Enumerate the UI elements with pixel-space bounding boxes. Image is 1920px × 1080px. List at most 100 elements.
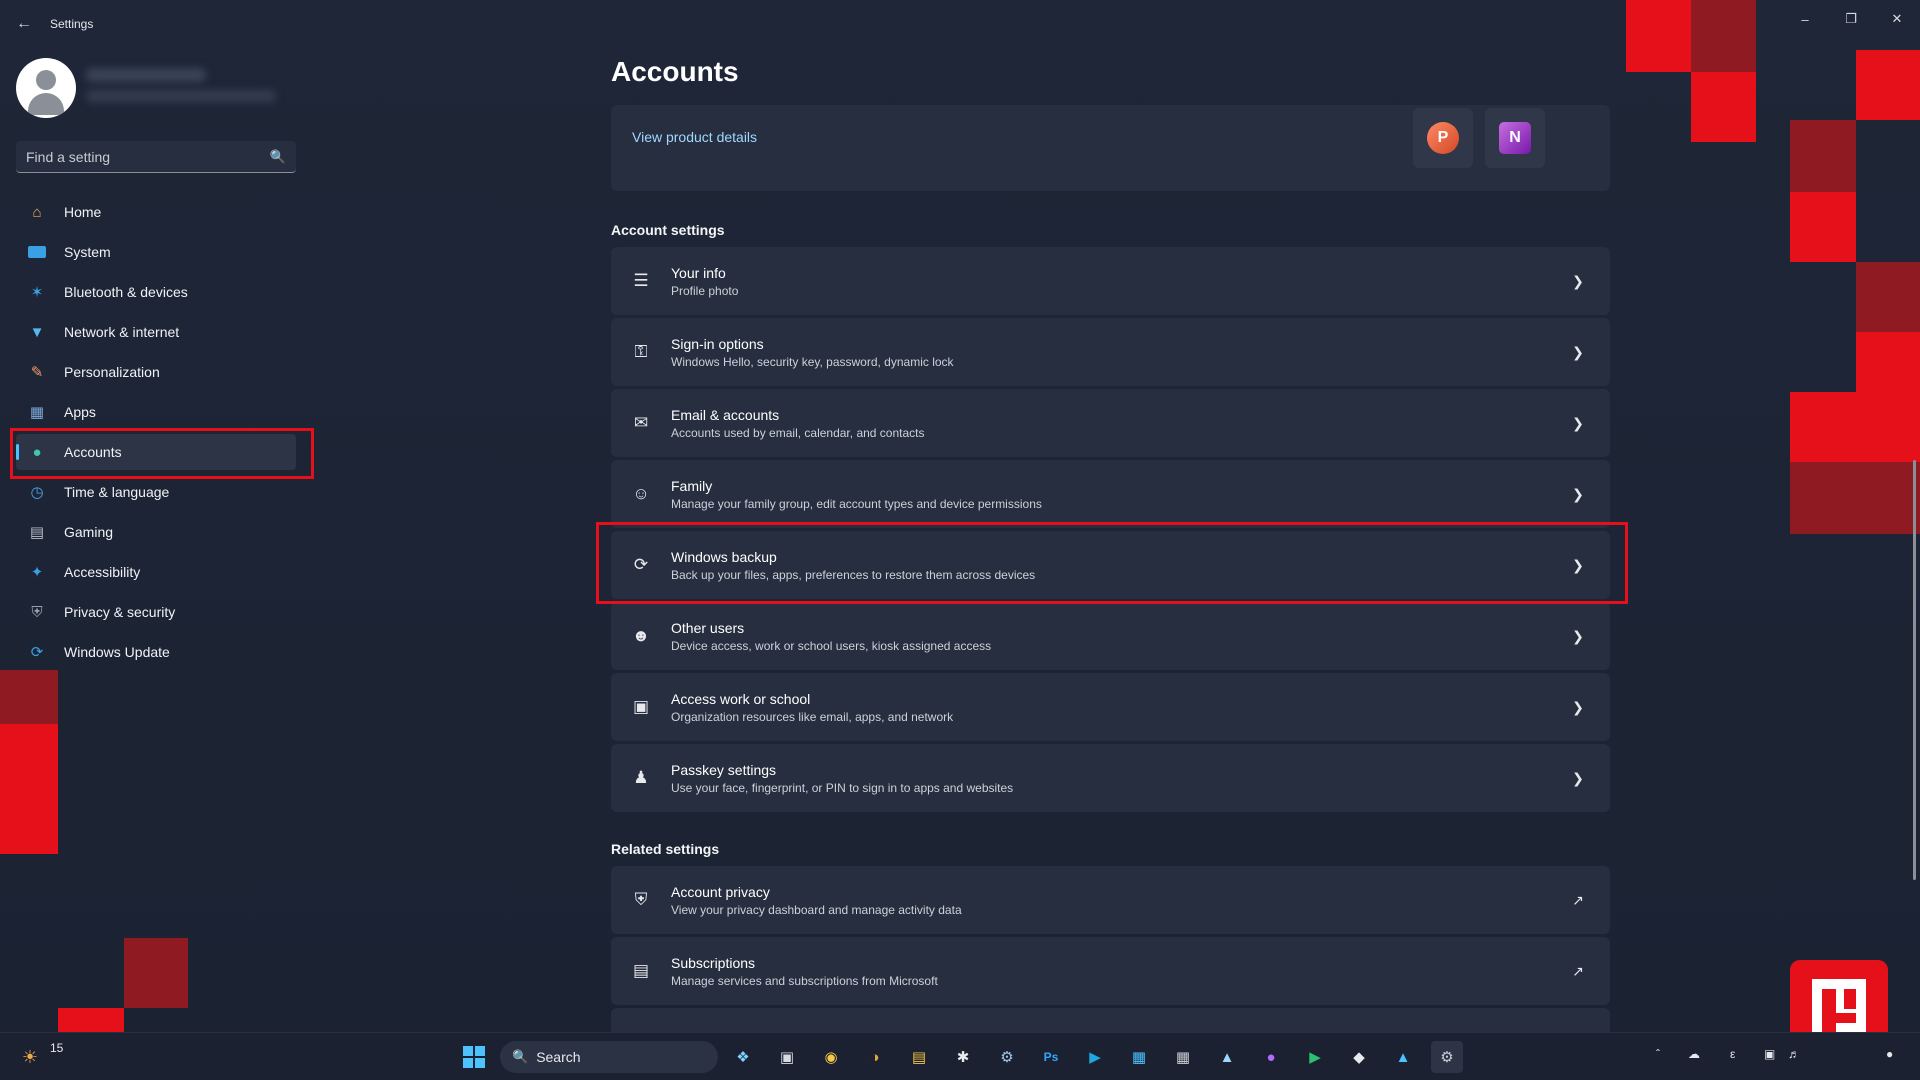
row-access-work-school[interactable]: ▣ Access work or school Organization res… [611,673,1610,741]
row-title: Account privacy [671,883,770,900]
file-explorer-taskbar-app[interactable]: ▤ [903,1041,935,1073]
taskbar-search[interactable]: 🔍 Search [500,1041,718,1073]
sidebar-item-label: Privacy & security [64,604,176,620]
row-email-accounts[interactable]: ✉ Email & accounts Accounts used by emai… [611,389,1610,457]
sidebar-item-windows-update[interactable]: ⟳ Windows Update [16,634,296,670]
title-bar: ← Settings – ❐ ✕ [0,0,1920,48]
bluetooth-icon: ✶ [30,284,44,301]
row-partial-cutoff[interactable] [611,1008,1610,1032]
close-button[interactable]: ✕ [1874,4,1920,34]
steam-taskbar-app[interactable]: ⚙ [991,1041,1023,1073]
sidebar-item-time-language[interactable]: ◷ Time & language [16,474,296,510]
search-icon[interactable]: 🔍 [270,149,286,165]
row-title: Other users [671,619,745,636]
sidebar-item-label: System [64,244,111,260]
sidebar-item-apps[interactable]: ▦ Apps [16,394,296,430]
slack-icon: ✱ [956,1049,970,1066]
blurred-user-email [86,90,276,102]
chevron-right-icon: ❯ [1572,698,1584,715]
sidebar-item-network[interactable]: ▼ Network & internet [16,314,296,350]
avatar[interactable] [16,58,76,118]
row-subtitle: Profile photo [671,283,739,298]
arrow-left-icon: ← [16,15,32,32]
row-sign-in-options[interactable]: ⚿ Sign-in options Windows Hello, securit… [611,318,1610,386]
steam-icon: ⚙ [1000,1049,1014,1066]
prime-video-taskbar-app[interactable]: ▶ [1079,1041,1111,1073]
row-other-users[interactable]: ☻ Other users Device access, work or sch… [611,602,1610,670]
maximize-button[interactable]: ❐ [1828,4,1874,34]
row-subtitle: Accounts used by email, calendar, and co… [671,425,925,440]
messenger-icon: ● [1266,1048,1276,1066]
volume-icon[interactable]: ♬ [1788,1047,1800,1061]
row-family[interactable]: ☺ Family Manage your family group, edit … [611,460,1610,528]
app-icon: ▶ [1309,1049,1321,1066]
taskbar-search-label: Search [536,1049,581,1065]
powerpoint-icon: P [1427,122,1459,154]
roblox-taskbar-app[interactable]: ◆ [1343,1041,1375,1073]
onenote-tile[interactable]: N [1485,108,1545,168]
back-button[interactable]: ← [12,12,36,36]
sidebar-item-label: Gaming [64,524,114,540]
sidebar-item-gaming[interactable]: ▤ Gaming [16,514,296,550]
scrollbar-thumb[interactable] [1913,460,1916,880]
row-your-info[interactable]: ☰ Your info Profile photo ❯ [611,247,1610,315]
settings-taskbar-app[interactable]: ⚙ [1431,1041,1463,1073]
chrome-taskbar-app[interactable]: ◉ [815,1041,847,1073]
decorative-block [1856,332,1920,462]
roblox-icon: ◆ [1353,1049,1365,1066]
sidebar-item-accessibility[interactable]: ✦ Accessibility [16,554,296,590]
minimize-button[interactable]: – [1782,4,1828,34]
row-title: Subscriptions [671,954,756,971]
chevron-right-icon: ❯ [1572,485,1584,502]
sidebar-item-personalization[interactable]: ✎ Personalization [16,354,296,390]
photoshop-icon: Ps [1043,1050,1059,1064]
sidebar-item-home[interactable]: ⌂ Home [16,194,296,230]
product-card: View product details P N [611,105,1610,191]
network-icon[interactable]: ▣ [1764,1047,1775,1061]
onedrive-icon[interactable]: ☁ [1688,1047,1700,1061]
powerpoint-tile[interactable]: P [1413,108,1473,168]
app-taskbar-app[interactable]: ◑ [859,1041,891,1073]
store-taskbar-app[interactable]: ▦ [1123,1041,1155,1073]
minimize-icon: – [1801,11,1809,27]
row-title: Passkey settings [671,761,777,778]
row-subtitle: Device access, work or school users, kio… [671,638,992,653]
photos-icon: ▲ [1219,1048,1235,1066]
notification-bell-icon[interactable]: ● [1886,1047,1893,1061]
row-title: Sign-in options [671,335,764,352]
weather-widget[interactable]: ☀ [14,1041,46,1073]
row-subtitle: Windows Hello, security key, password, d… [671,354,954,369]
weather-temperature: 15 [50,1041,64,1055]
chevron-up-icon[interactable]: ˆ [1656,1047,1660,1061]
gear-icon: ⚙ [1440,1049,1454,1066]
view-product-details-link[interactable]: View product details [632,129,757,145]
sidebar-item-system[interactable]: System [16,234,296,270]
task-view-taskbar-app[interactable]: ▣ [771,1041,803,1073]
page-title: Accounts [611,56,739,87]
row-subscriptions[interactable]: ▤ Subscriptions Manage services and subs… [611,937,1610,1005]
start-button[interactable] [458,1041,490,1073]
wifi-icon: ▼ [29,323,45,341]
row-account-privacy[interactable]: ⛨ Account privacy View your privacy dash… [611,866,1610,934]
messenger-taskbar-app[interactable]: ● [1255,1041,1287,1073]
sidebar-item-label: Time & language [64,484,170,500]
shield-icon: ⛨ [31,603,43,621]
external-link-icon: ↗ [1572,891,1584,908]
chevron-right-icon: ❯ [1572,627,1584,644]
home-icon: ⌂ [32,203,42,221]
photoshop-taskbar-app[interactable]: Ps [1035,1041,1067,1073]
slack-taskbar-app[interactable]: ✱ [947,1041,979,1073]
accessibility-icon: ✦ [30,564,44,581]
search-input[interactable] [26,148,270,165]
calculator-taskbar-app[interactable]: ▦ [1167,1041,1199,1073]
sidebar-item-bluetooth[interactable]: ✶ Bluetooth & devices [16,274,296,310]
app-taskbar-app[interactable]: ▲ [1387,1041,1419,1073]
app-taskbar-app[interactable]: ▶ [1299,1041,1331,1073]
input-indicator[interactable]: ε [1730,1047,1735,1061]
copilot-taskbar-app[interactable]: ❖ [727,1041,759,1073]
find-setting-search[interactable]: 🔍 [16,141,296,173]
row-subtitle: View your privacy dashboard and manage a… [671,902,962,917]
photos-taskbar-app[interactable]: ▲ [1211,1041,1243,1073]
sidebar-item-privacy[interactable]: ⛨ Privacy & security [16,594,296,630]
row-passkey-settings[interactable]: ♟ Passkey settings Use your face, finger… [611,744,1610,812]
